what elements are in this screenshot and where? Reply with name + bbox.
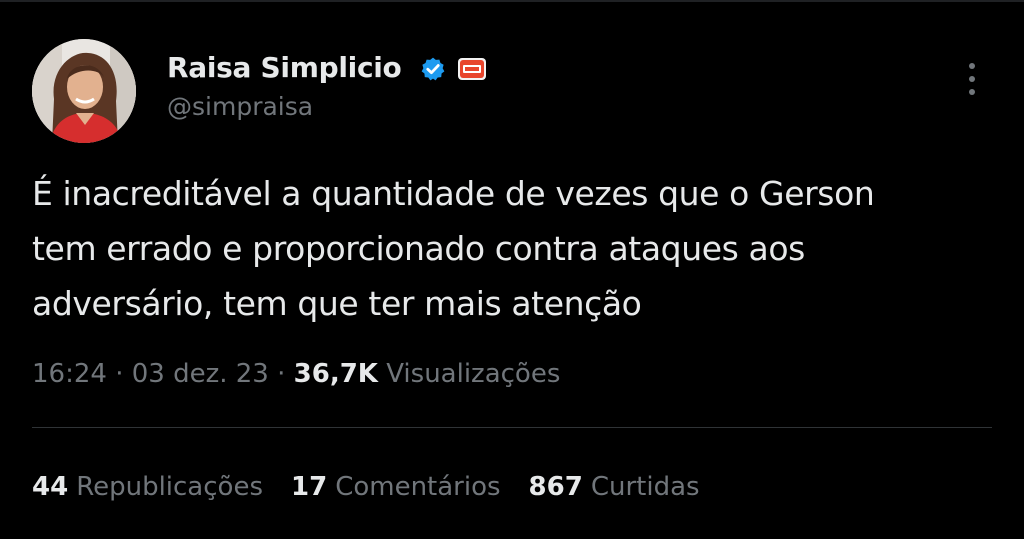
likes-stat[interactable]: 867 Curtidas [529,467,700,507]
goal-affiliate-badge-icon[interactable] [457,57,487,81]
reposts-label: Republicações [76,472,263,502]
likes-label: Curtidas [590,472,700,502]
tweet-date[interactable]: 03 dez. 23 [132,359,269,389]
top-divider [0,0,1024,2]
comments-stat[interactable]: 17 Comentários [291,467,501,507]
views-label: Visualizações [386,359,561,389]
engagement-stats: 44 Republicações 17 Comentários 867 Curtidas [32,467,728,507]
tweet-text: É inacreditável a quantidade de vezes qu… [32,166,992,331]
avatar[interactable] [32,39,136,143]
user-handle[interactable]: @simpraisa [167,89,313,125]
verified-badge-icon[interactable] [420,56,446,82]
meta-separator: · [115,359,124,389]
tweet-time[interactable]: 16:24 [32,359,107,389]
more-options-icon[interactable] [958,58,986,102]
tweet-text-line: adversário, tem que ter mais atenção [32,284,642,323]
comments-label: Comentários [335,472,501,502]
meta-separator: · [277,359,286,389]
tweet-text-line: É inacreditável a quantidade de vezes qu… [32,174,875,213]
reposts-stat[interactable]: 44 Republicações [32,467,263,507]
stats-divider [32,427,992,428]
views-count: 36,7K [293,359,378,389]
tweet-text-line: tem errado e proporcionado contra ataque… [32,229,805,268]
reposts-count: 44 [32,472,69,502]
tweet-meta: 16:24 · 03 dez. 23 · 36,7K Visualizações [32,354,560,394]
profile-photo [32,39,136,143]
display-name[interactable]: Raisa Simplicio [167,48,402,88]
comments-count: 17 [291,472,328,502]
likes-count: 867 [528,472,583,502]
